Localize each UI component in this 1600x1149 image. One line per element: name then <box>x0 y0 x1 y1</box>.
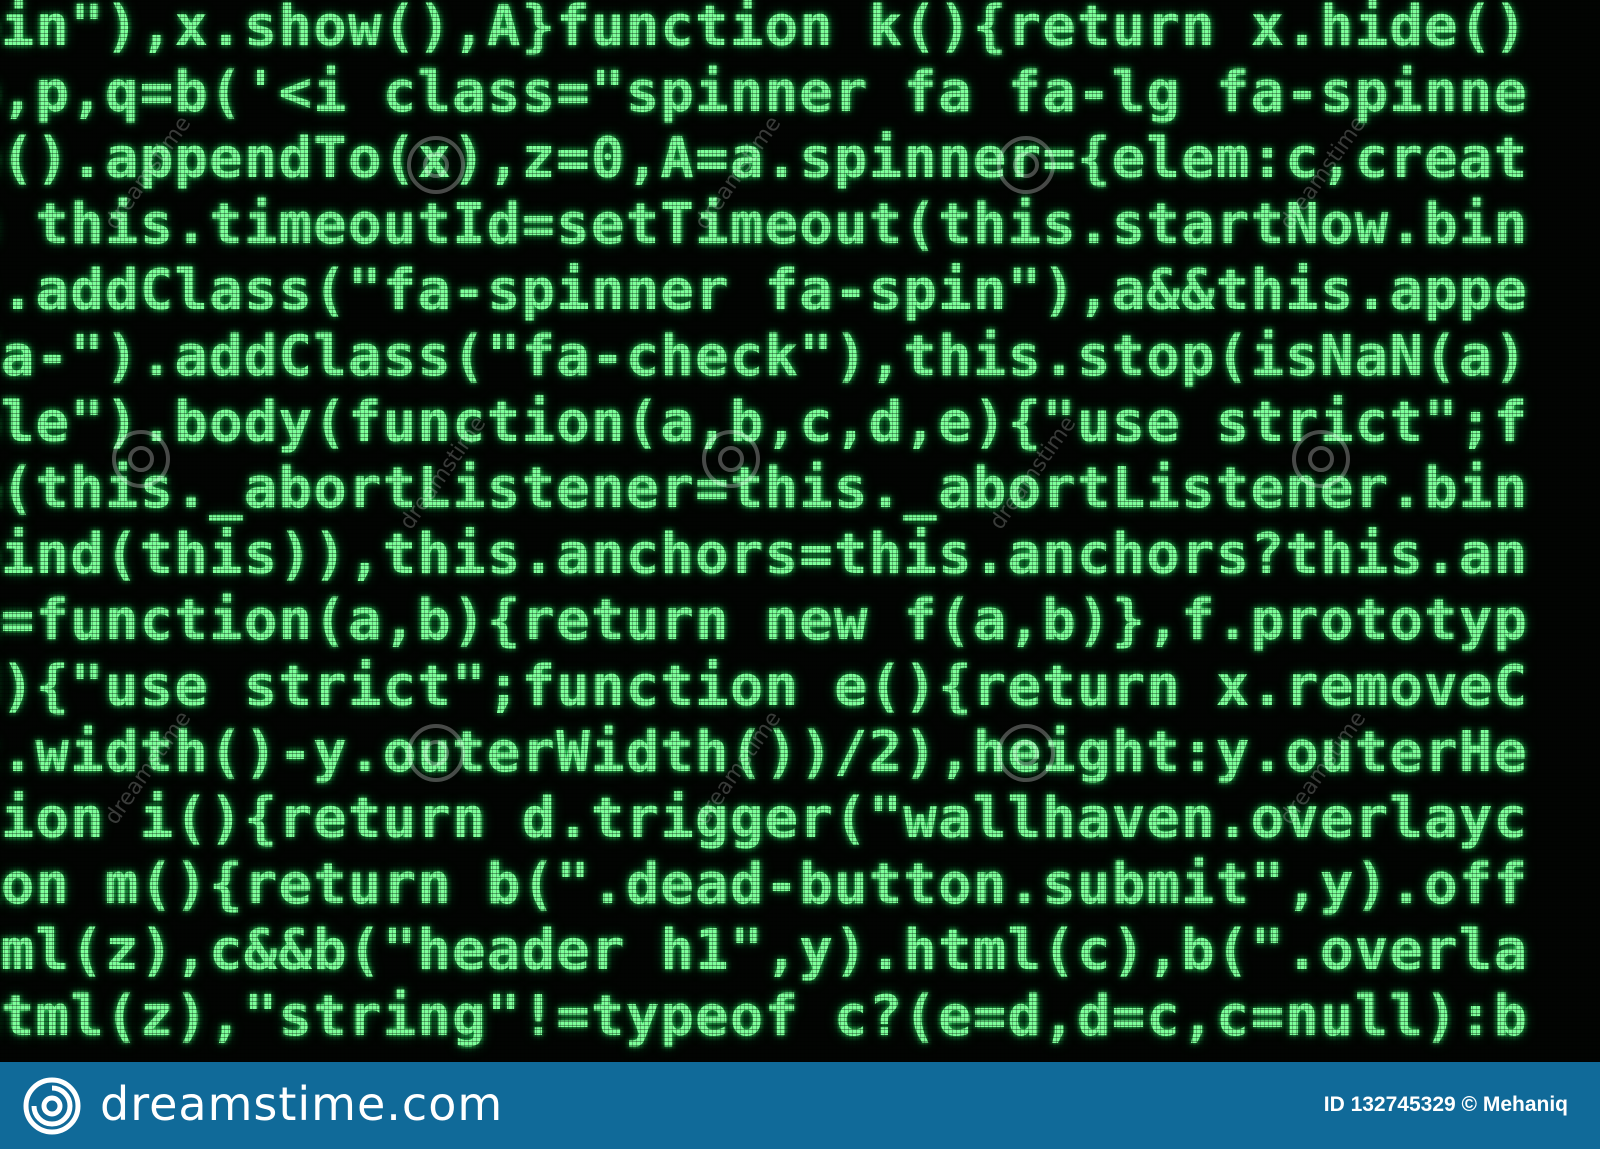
dreamstime-logo-icon <box>23 1077 81 1135</box>
code-line: tml(z),c&&b("header h1",y).html(c),b(".o… <box>0 918 1529 983</box>
watermark-swirl-icon <box>112 430 170 488</box>
watermark-swirl-icon <box>702 430 760 488</box>
code-line: pin"),x.show(),A}function k(){return x.h… <box>0 0 1529 59</box>
code-line: ion m(){return b(".dead-button.submit",y… <box>0 852 1529 917</box>
image-credit: ID 132745329 © Mehaniq <box>1323 1093 1568 1116</box>
watermark-swirl-icon <box>407 724 465 782</box>
code-line: ).addClass("fa-spinner fa-spin"),a&&this… <box>0 258 1529 323</box>
watermark-swirl-icon <box>407 136 465 194</box>
code-line: e=function(a,b){return new f(a,b)},f.pro… <box>0 588 1529 653</box>
code-line: bind(this)),this.anchors=this.anchors?th… <box>0 522 1529 587</box>
watermark-footer-bar: dreamstime.com ID 132745329 © Mehaniq <box>0 1062 1600 1149</box>
code-line: html(z),"string"!=typeof c?(e=d,d=c,c=nu… <box>0 984 1529 1049</box>
watermark-swirl-icon <box>997 724 1055 782</box>
watermark-swirl-icon <box>1292 430 1350 488</box>
code-screen-photo: pin"),x.show(),A}function k(){return x.h… <box>0 0 1600 1062</box>
watermark-swirl-icon <box>997 136 1055 194</box>
dreamstime-logo-text: dreamstime.com <box>100 1077 504 1131</box>
code-line: fa-").addClass("fa-check"),this.stop(isN… <box>0 324 1529 389</box>
